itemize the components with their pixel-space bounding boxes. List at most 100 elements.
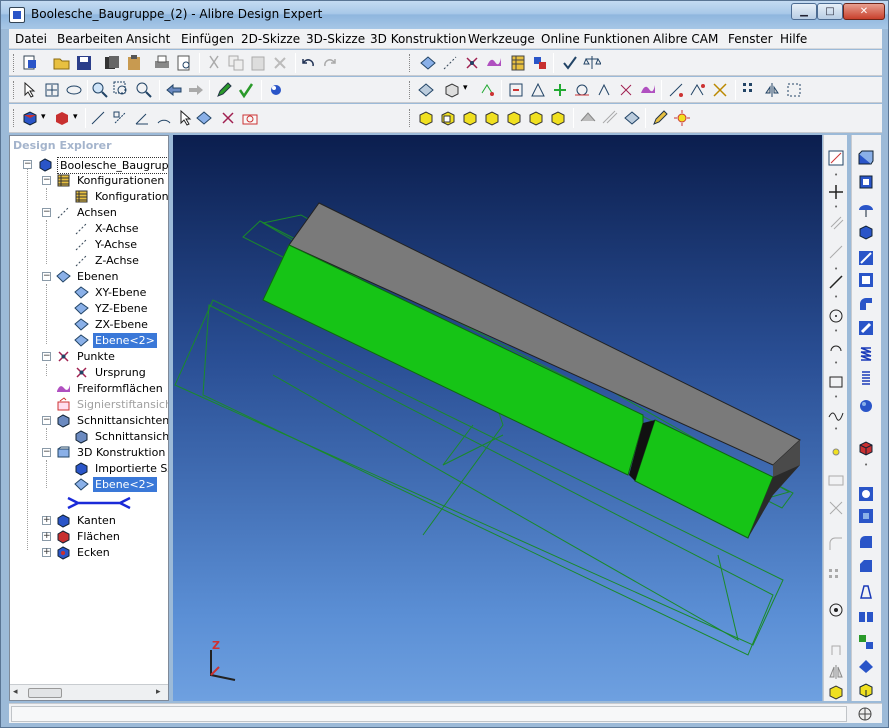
shell-icon[interactable]	[857, 397, 875, 415]
expander-section-views[interactable]: −	[42, 416, 51, 425]
toolbar-grip[interactable]	[409, 54, 412, 72]
cut-icon[interactable]	[205, 54, 223, 72]
constraint-freeform-icon[interactable]	[639, 81, 657, 99]
dimension-icon[interactable]	[827, 243, 845, 261]
revolve-icon[interactable]	[857, 201, 875, 219]
rollback-marker-icon[interactable]	[66, 496, 132, 510]
view-back-icon[interactable]	[461, 109, 479, 127]
expander-faces[interactable]: +	[42, 532, 51, 541]
zoom-window-icon[interactable]	[113, 81, 131, 99]
status-globe-icon[interactable]	[858, 707, 872, 721]
horizontal-scrollbar[interactable]: ◂ ▸	[10, 684, 168, 700]
mirror-sketch-icon[interactable]	[827, 663, 845, 681]
measure-arc-icon[interactable]	[155, 109, 173, 127]
toolbar-grip[interactable]	[13, 109, 16, 127]
explode-icon[interactable]	[711, 81, 729, 99]
maximize-button[interactable]: □	[817, 3, 843, 20]
mirror-icon[interactable]	[763, 81, 781, 99]
dropdown-arrow-icon[interactable]: ▾	[73, 112, 78, 122]
open-folder-icon[interactable]	[53, 54, 71, 72]
pattern-icon[interactable]	[741, 81, 759, 99]
rotate-icon[interactable]	[65, 81, 83, 99]
redo-icon[interactable]	[321, 54, 339, 72]
fillet-icon[interactable]	[827, 535, 845, 553]
toolbar-grip[interactable]	[409, 81, 412, 99]
chamfer-icon[interactable]	[857, 557, 875, 575]
view-left-icon[interactable]	[527, 109, 545, 127]
parallel-icon[interactable]	[827, 213, 845, 231]
measure-distance-icon[interactable]	[111, 109, 129, 127]
expander-edges[interactable]: +	[42, 516, 51, 525]
view-bottom-icon[interactable]	[505, 109, 523, 127]
parts-tool-icon[interactable]	[531, 54, 549, 72]
interference-icon[interactable]	[689, 81, 707, 99]
balance-icon[interactable]	[583, 54, 601, 72]
toolbar-grip[interactable]	[409, 109, 412, 127]
plane-tool-icon[interactable]	[419, 54, 437, 72]
expander-assembly[interactable]: −	[23, 160, 32, 169]
toolbar-grip[interactable]	[13, 54, 16, 72]
fillet-feature-icon[interactable]	[857, 533, 875, 551]
menu-online-funktionen[interactable]: Online Funktionen	[541, 32, 650, 46]
sheet-metal-icon[interactable]	[857, 681, 875, 699]
view-right-icon[interactable]	[549, 109, 567, 127]
toolbar-grip[interactable]	[13, 81, 16, 99]
sweep-icon[interactable]	[857, 295, 875, 313]
check-green-icon[interactable]	[237, 81, 255, 99]
convert-icon[interactable]	[827, 683, 845, 701]
spline-icon[interactable]	[827, 405, 845, 423]
expander-points[interactable]: −	[42, 352, 51, 361]
menu-alibre-cam[interactable]: Alibre CAM	[653, 32, 718, 46]
hole-icon[interactable]	[857, 485, 875, 503]
loft-cut-icon[interactable]	[857, 271, 875, 289]
anchor-icon[interactable]	[667, 81, 685, 99]
menu-3d-konstruktion[interactable]: 3D Konstruktion	[370, 32, 466, 46]
scale-icon[interactable]	[857, 657, 875, 675]
menu-fenster[interactable]: Fenster	[728, 32, 773, 46]
dropdown-arrow-icon[interactable]: ▾	[41, 112, 46, 122]
arc-icon[interactable]	[827, 339, 845, 357]
section-view-icon[interactable]	[579, 109, 597, 127]
zoom-fit-icon[interactable]	[135, 81, 153, 99]
mirror-feature-icon[interactable]	[857, 607, 875, 625]
pan-icon[interactable]	[43, 81, 61, 99]
sketch-plane-icon[interactable]	[827, 149, 845, 167]
print-preview-icon[interactable]	[175, 54, 193, 72]
revolve-cut-icon[interactable]	[857, 223, 875, 241]
trim-icon[interactable]	[827, 499, 845, 517]
line-icon[interactable]	[827, 273, 845, 291]
menu-werkzeuge[interactable]: Werkzeuge	[468, 32, 535, 46]
draft-icon[interactable]	[857, 583, 875, 601]
insert-part-icon[interactable]	[443, 81, 461, 99]
thread-icon[interactable]	[857, 369, 875, 387]
view-iso-icon[interactable]	[417, 109, 435, 127]
view-top-icon[interactable]	[483, 109, 501, 127]
forward-arrow-icon[interactable]	[187, 81, 205, 99]
scroll-right-icon[interactable]: ▸	[156, 687, 161, 697]
3d-viewport[interactable]: Z	[173, 135, 822, 701]
pattern-sketch-icon[interactable]	[827, 567, 845, 585]
origin-target-icon[interactable]	[827, 601, 845, 619]
menu-2d-skizze[interactable]: 2D-Skizze	[241, 32, 300, 46]
replace-icon[interactable]	[785, 81, 803, 99]
title-bar[interactable]: Boolesche_Baugruppe_(2) - Alibre Design …	[1, 1, 888, 29]
assembly-constraint-icon[interactable]	[417, 81, 435, 99]
clipboard-icon[interactable]	[125, 54, 143, 72]
rectangle-icon[interactable]	[827, 373, 845, 391]
loft-icon[interactable]	[857, 249, 875, 267]
point-tool-icon[interactable]	[463, 54, 481, 72]
save-all-icon[interactable]	[103, 54, 121, 72]
expander-3d-construction[interactable]: −	[42, 448, 51, 457]
menu-ansicht[interactable]: Ansicht	[126, 32, 170, 46]
scroll-left-icon[interactable]: ◂	[13, 687, 18, 697]
helix-icon[interactable]	[857, 345, 875, 363]
paste-icon[interactable]	[249, 54, 267, 72]
light-icon[interactable]	[673, 109, 691, 127]
render-icon[interactable]	[267, 81, 285, 99]
zoom-icon[interactable]	[91, 81, 109, 99]
sketch-edit-icon[interactable]	[651, 109, 669, 127]
project-icon[interactable]	[827, 641, 845, 659]
select-arrow-icon[interactable]	[21, 81, 39, 99]
menu-datei[interactable]: Datei	[15, 32, 47, 46]
plus-icon[interactable]	[827, 183, 845, 201]
